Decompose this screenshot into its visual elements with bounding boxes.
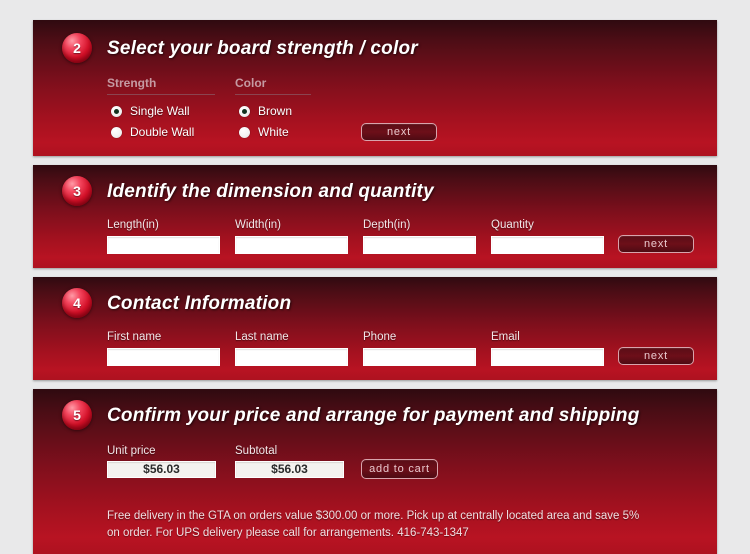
- first-name-input[interactable]: [107, 348, 220, 366]
- email-input[interactable]: [491, 348, 604, 366]
- field-label-unit-price: Unit price: [107, 445, 156, 457]
- shipping-note: Free delivery in the GTA on orders value…: [107, 510, 640, 539]
- field-label-width: Width(in): [235, 219, 282, 231]
- quantity-input[interactable]: [491, 236, 604, 254]
- radio-label-white: White: [258, 125, 289, 139]
- unit-price-value: $56.03: [107, 461, 216, 478]
- radio-label-brown: Brown: [258, 104, 293, 118]
- next-button-section-4[interactable]: next: [618, 347, 694, 365]
- field-label-quantity: Quantity: [491, 219, 534, 231]
- step-number-badge-2: 2: [62, 33, 92, 63]
- radio-option-white[interactable]: White: [239, 125, 289, 139]
- section-title-dimensions: Identify the dimension and quantity: [107, 181, 434, 202]
- group-label-strength: Strength: [107, 76, 215, 95]
- radio-label-single-wall: Single Wall: [130, 104, 190, 118]
- subtotal-value: $56.03: [235, 461, 344, 478]
- radio-indicator-icon[interactable]: [239, 126, 250, 138]
- field-label-last-name: Last name: [235, 331, 289, 343]
- radio-indicator-icon[interactable]: [111, 105, 122, 117]
- radio-label-double-wall: Double Wall: [130, 125, 195, 139]
- step-number-badge-4: 4: [62, 288, 92, 318]
- field-label-first-name: First name: [107, 331, 162, 343]
- radio-option-single-wall[interactable]: Single Wall: [111, 104, 190, 118]
- next-button-section-3[interactable]: next: [618, 235, 694, 253]
- field-label-subtotal: Subtotal: [235, 445, 278, 457]
- order-form-page: 2 Select your board strength / color Str…: [0, 0, 750, 554]
- radio-option-brown[interactable]: Brown: [239, 104, 292, 118]
- radio-indicator-icon[interactable]: [111, 126, 122, 138]
- radio-indicator-icon[interactable]: [239, 105, 250, 117]
- radio-option-double-wall[interactable]: Double Wall: [111, 125, 194, 139]
- section-title-contact-information: Contact Information: [107, 293, 292, 314]
- field-label-email: Email: [491, 331, 520, 343]
- last-name-input[interactable]: [235, 348, 348, 366]
- group-label-color: Color: [235, 76, 311, 95]
- field-label-length: Length(in): [107, 219, 159, 231]
- field-label-phone: Phone: [363, 331, 397, 343]
- section-title-board-strength: Select your board strength / color: [107, 38, 418, 59]
- next-button-section-2[interactable]: next: [361, 123, 437, 141]
- section-title-confirm-price: Confirm your price and arrange for payme…: [107, 405, 640, 426]
- step-number-badge-3: 3: [62, 176, 92, 206]
- width-input[interactable]: [235, 236, 348, 254]
- step-number-badge-5: 5: [62, 400, 92, 430]
- field-label-depth: Depth(in): [363, 219, 411, 231]
- length-input[interactable]: [107, 236, 220, 254]
- depth-input[interactable]: [363, 236, 476, 254]
- add-to-cart-button[interactable]: add to cart: [361, 459, 438, 479]
- phone-input[interactable]: [363, 348, 476, 366]
